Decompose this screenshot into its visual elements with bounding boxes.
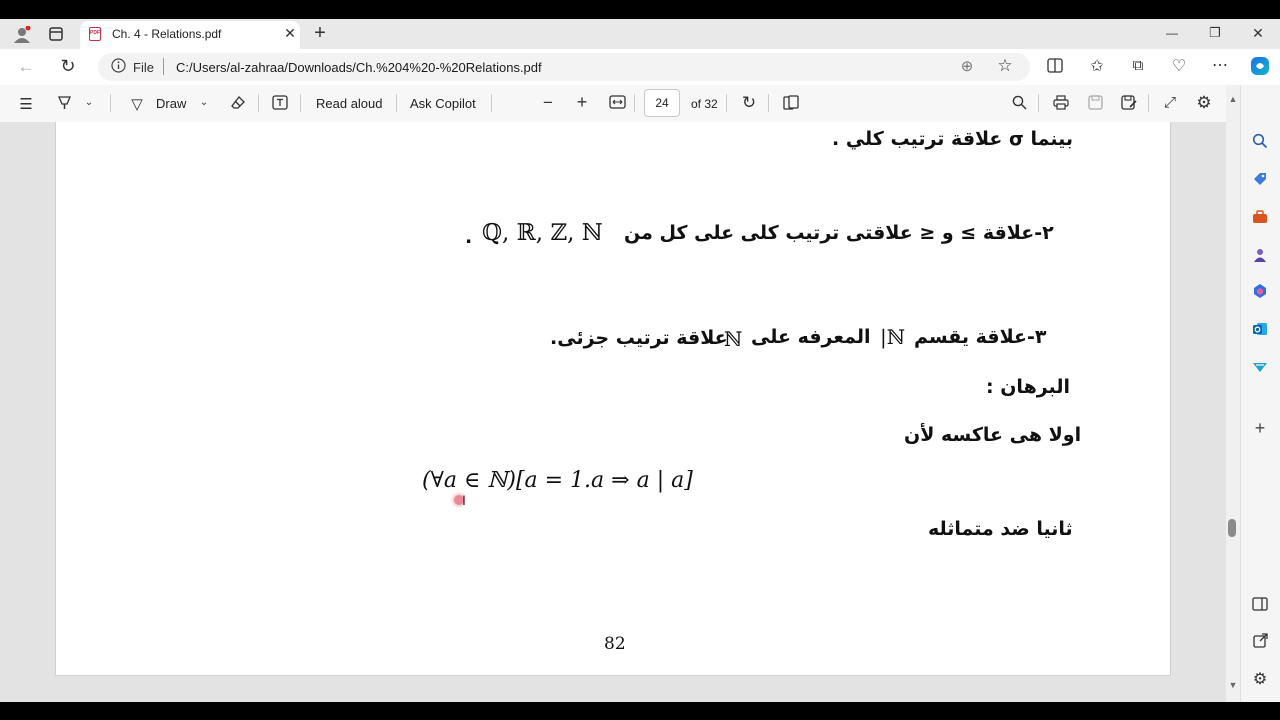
toolbar-divider <box>491 94 492 112</box>
sidebar-tools-icon[interactable] <box>1248 209 1272 229</box>
reflexive-formula: (∀a ∈ ℕ)[a = 1.a ⇒ a | a] <box>422 468 693 493</box>
toolbar-divider <box>1148 94 1149 112</box>
toolbar-divider <box>768 94 769 112</box>
toolbar-divider <box>396 94 397 112</box>
address-divider <box>163 58 164 75</box>
favorite-star-icon[interactable]: ☆ <box>996 56 1014 76</box>
address-scheme-label: File <box>133 60 154 75</box>
rotate-icon[interactable]: ↻ <box>740 93 758 113</box>
tab-actions-icon[interactable] <box>47 26 65 44</box>
highlight-icon[interactable] <box>56 95 72 111</box>
line-divides-defined-on: المعرفه على <box>751 326 871 348</box>
new-tab-button[interactable]: + <box>310 22 330 45</box>
eraser-icon[interactable] <box>229 95 247 111</box>
copilot-icon[interactable] <box>1248 55 1272 79</box>
tab-close-button[interactable]: ✕ <box>283 25 297 42</box>
sidebar-drop-icon[interactable] <box>1248 359 1272 379</box>
back-icon[interactable]: ← <box>16 57 36 77</box>
reflexive-line: اولا هى عاكسه لأن <box>904 424 1082 446</box>
search-icon[interactable] <box>1010 95 1028 111</box>
profile-icon[interactable] <box>12 25 32 46</box>
sidebar-shopping-icon[interactable] <box>1248 171 1272 191</box>
line-sigma-total-order: بينما σ علاقة ترتيب كلي . <box>832 128 1073 150</box>
highlight-dropdown-icon[interactable]: ⌄ <box>83 97 95 108</box>
print-icon[interactable] <box>1052 95 1070 111</box>
line-partial-order: علاقة ترتيب جزئى. <box>550 327 728 349</box>
sidebar-microsoft365-icon[interactable] <box>1248 283 1272 303</box>
page-view-icon[interactable] <box>782 95 800 111</box>
fullscreen-icon[interactable]: ⤢ <box>1161 94 1179 111</box>
pdf-file-icon: PDF <box>89 27 101 41</box>
collections-icon[interactable]: ⧉ <box>1129 57 1147 74</box>
draw-icon[interactable]: ▽ <box>128 95 146 113</box>
pdf-page <box>55 122 1171 676</box>
save-as-icon[interactable] <box>1120 95 1138 111</box>
browser-essentials-icon[interactable]: ♡ <box>1170 56 1188 76</box>
line-divides-start: ٣-علاقة يقسم <box>914 326 1047 348</box>
page-number-input[interactable]: 24 <box>644 89 680 117</box>
draw-button[interactable]: Draw <box>156 96 186 111</box>
proof-heading: البرهان : <box>986 376 1070 398</box>
antisymmetric-line: ثانيا ضد متماثله <box>928 518 1073 540</box>
address-url[interactable]: C:/Users/al-zahraa/Downloads/Ch.%204%20-… <box>176 60 542 75</box>
number-sets: ℚ, ℝ, ℤ, ℕ <box>482 220 603 246</box>
toolbar-divider <box>634 94 635 112</box>
split-screen-icon[interactable] <box>1046 58 1064 74</box>
toolbar-divider <box>1038 94 1039 112</box>
sidebar-split-icon[interactable] <box>1248 597 1272 617</box>
close-window-button[interactable]: ✕ <box>1250 25 1266 42</box>
contents-icon[interactable]: ☰ <box>17 95 35 113</box>
title-band <box>0 0 1280 19</box>
draw-dropdown-icon[interactable]: ⌄ <box>198 97 210 108</box>
refresh-icon[interactable]: ↻ <box>58 56 78 77</box>
more-menu-icon[interactable]: ⋯ <box>1211 55 1229 75</box>
bottom-band <box>0 702 1280 720</box>
sidebar-outlook-icon[interactable] <box>1248 321 1272 341</box>
text-box-icon[interactable] <box>271 95 289 111</box>
save-icon[interactable] <box>1086 95 1104 111</box>
settings-gear-icon[interactable]: ⚙ <box>1195 93 1213 113</box>
sidebar-settings-icon[interactable]: ⚙ <box>1248 669 1272 689</box>
line-total-order-relations: ٢-علاقة ≥ و ≤ علاقتى ترتيب كلى على كل من <box>624 222 1054 244</box>
scrollbar-thumb[interactable] <box>1228 519 1236 537</box>
vertical-scrollbar[interactable] <box>1226 85 1240 702</box>
zoom-icon[interactable]: ⊕ <box>958 57 976 75</box>
read-aloud-button[interactable]: Read aloud <box>316 96 383 111</box>
zoom-in-button[interactable]: + <box>574 92 590 113</box>
toolbar-divider <box>110 94 111 112</box>
toolbar-divider <box>258 94 259 112</box>
page-total: of 32 <box>691 97 718 111</box>
page-number: 82 <box>604 634 626 654</box>
tab-title[interactable]: Ch. 4 - Relations.pdf <box>112 27 221 41</box>
toolbar-divider <box>726 94 727 112</box>
ask-copilot-button[interactable]: Ask Copilot <box>410 96 476 111</box>
scroll-up-icon[interactable]: ▲ <box>1226 94 1240 104</box>
scroll-down-icon[interactable]: ▼ <box>1226 680 1240 690</box>
line2-period: . <box>465 226 473 248</box>
text-cursor-icon: I <box>462 492 466 508</box>
toolbar-divider <box>300 94 301 112</box>
sidebar-search-icon[interactable] <box>1248 133 1272 153</box>
zoom-out-button[interactable]: − <box>540 93 556 113</box>
minimize-button[interactable]: — <box>1164 26 1180 40</box>
sidebar-games-icon[interactable] <box>1248 247 1272 267</box>
divides-symbol: |ℕ <box>880 325 906 349</box>
sidebar-external-link-icon[interactable] <box>1248 633 1272 653</box>
fit-page-icon[interactable] <box>608 95 626 111</box>
favorites-icon[interactable]: ✩ <box>1088 56 1106 76</box>
sidebar-add-icon[interactable]: + <box>1248 418 1272 438</box>
restore-button[interactable]: ❐ <box>1207 25 1223 41</box>
info-icon[interactable] <box>110 58 126 74</box>
